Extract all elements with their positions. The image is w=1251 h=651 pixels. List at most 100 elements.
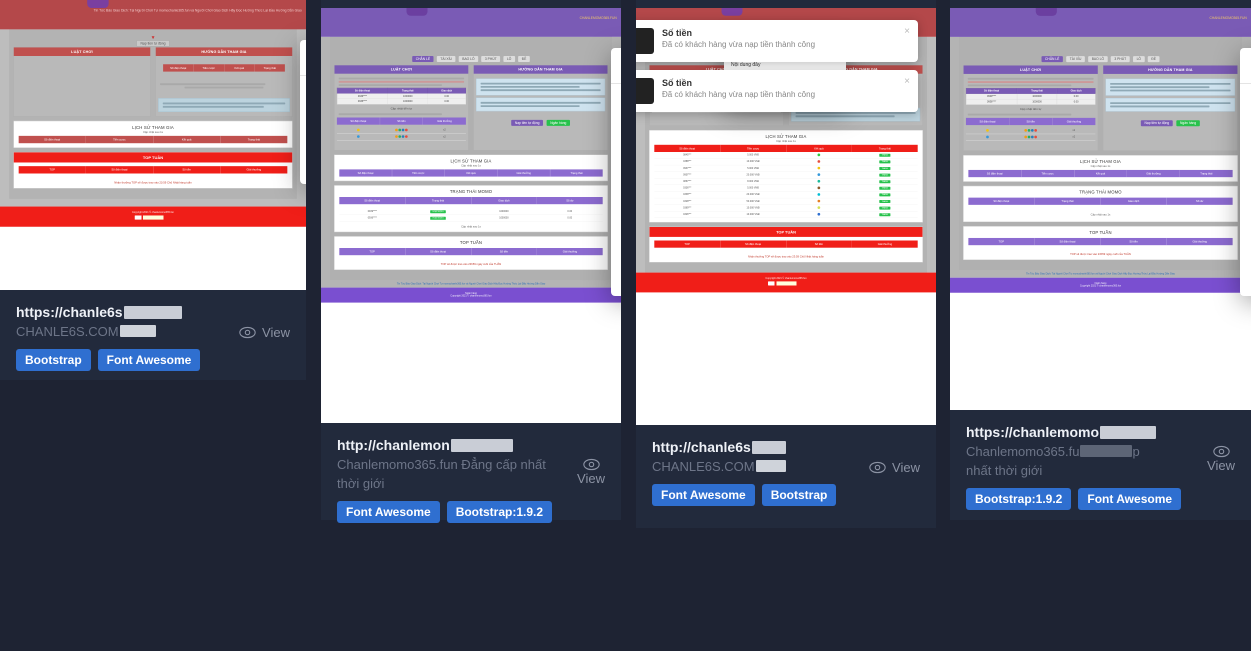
table-row: 0936**** 1000000 0.00 [336, 98, 466, 105]
text-line [480, 101, 601, 104]
text-line [1110, 105, 1210, 108]
action-buttons: Nạp tiền tự động Ngân hàng [476, 119, 605, 126]
top-note: TOP sẽ được trao vào 23h59 ngày cuối của… [1070, 252, 1131, 256]
tab-chan-le[interactable]: CHẴN LẺ [1041, 56, 1064, 63]
site-card[interactable]: Tin Tức Bảo Giao Dịch: Tại Người Chơi Tự… [0, 0, 306, 380]
close-icon[interactable]: × [904, 76, 910, 87]
tab-chan-le[interactable]: CHẴN LẺ [412, 56, 434, 63]
withdraw-button[interactable]: Ngân hàng [546, 119, 570, 126]
status-dot [405, 128, 408, 132]
site-description-text-2: p [1132, 444, 1140, 459]
tab-bao-lo[interactable]: BAO LÔ [458, 56, 479, 63]
panel-luat-choi: LUẬT CHƠI [13, 47, 151, 117]
text-line [162, 105, 264, 108]
site-thumbnail[interactable]: CHANLEMOMO365.FUN CHẴN LẺ TÀI XỈU BAO LÔ… [321, 8, 621, 423]
tech-tag[interactable]: Bootstrap:1.9.2 [446, 500, 553, 523]
view-button[interactable]: View [869, 458, 920, 475]
tab-de[interactable]: ĐỀ [518, 56, 530, 63]
tab-bao-lo[interactable]: BAO LÔ [1088, 56, 1108, 63]
notification-toast[interactable]: Số tiền Đã có khách hàng vừa nạp tiền th… [636, 20, 918, 62]
panel-note [966, 141, 1095, 147]
footer-logo [768, 281, 804, 286]
col-header: Giải thưởng [1166, 237, 1233, 246]
panel-title: LUẬT CHƠI [13, 47, 151, 56]
tab-tai-xiu[interactable]: TÀI XỈU [436, 56, 456, 63]
site-thumbnail[interactable]: CHANLEMOMO365.FUN CHẴN LẺ TÀI XỈU BAO LÔ… [950, 8, 1251, 410]
panel-note [476, 111, 605, 117]
tech-tag[interactable]: Bootstrap [16, 348, 91, 371]
modal-footer: Xác nhận [1240, 248, 1251, 296]
game-tabs[interactable]: CHẴN LẺ TÀI XỈU BAO LÔ 3 PHÚT LÔ ĐỀ [334, 54, 608, 65]
cell-dots [380, 134, 423, 140]
cell-value: x2 [443, 128, 446, 132]
game-tabs[interactable]: CHẴN LẺ TÀI XỈU BAO LÔ 3 PHÚT LÔ ĐỀ [963, 54, 1238, 65]
site-card[interactable]: CHẴN LẺ CHẴN LẺ 2 TÀI XỈU BAO LÔ 3 PHÚT … [636, 0, 936, 528]
cell-status: THẮNG [852, 159, 918, 165]
site-url[interactable]: http://chanle6s [652, 439, 920, 455]
cell-phone: 0907*** [683, 173, 692, 176]
cell-result [786, 172, 852, 178]
site-thumbnail[interactable]: CHẴN LẺ CHẴN LẺ 2 TÀI XỈU BAO LÔ 3 PHÚT … [636, 8, 936, 425]
section-lich-su-tham-gia: LỊCH SỬ THAM GIA Cập nhật sau 1s Số điện… [13, 120, 293, 148]
tab-tai-xiu[interactable]: TÀI XỈU [1066, 56, 1085, 63]
col-header: Số điện thoại [1034, 237, 1101, 246]
tech-tag[interactable]: Font Awesome [1078, 487, 1182, 510]
notification-modal[interactable]: Thông báo × Chào mừng bạn đến với Hệ Thố… [611, 48, 621, 297]
section-lich-su-tham-gia: LỊCH SỬ THAM GIA Cập nhật sau 1s Số điện… [649, 130, 923, 223]
toast-subtitle: Đã có khách hàng vừa nạp tiền thành công [662, 90, 816, 99]
site-url[interactable]: http://chanlemon [337, 437, 605, 453]
status-dot [817, 206, 821, 210]
cell-amount: 10.000 VNĐ [746, 212, 760, 216]
status-dot [394, 128, 398, 132]
site-card[interactable]: CHANLEMOMO365.FUN CHẴN LẺ TÀI XỈU BAO LÔ… [321, 0, 621, 523]
tech-tag[interactable]: Font Awesome [652, 483, 755, 506]
notification-modal[interactable]: Thông báo × Chào mừng bạn đến với Hệ Thố… [1240, 48, 1251, 297]
text-line [1110, 102, 1231, 105]
view-button[interactable]: View [239, 323, 290, 340]
site-description-text-3: nhất thời giới [966, 462, 1043, 478]
tech-tag[interactable]: Font Awesome [337, 500, 440, 523]
cell-result [786, 152, 852, 158]
status-dot [817, 193, 821, 196]
notification-toast[interactable]: Số tiền Đã có khách hàng vừa nạp tiền th… [636, 70, 918, 112]
status-dot [394, 135, 398, 138]
tech-tag[interactable]: Bootstrap:1.9.2 [966, 487, 1072, 510]
tab-3-phut[interactable]: 3 PHÚT [1110, 56, 1130, 63]
tab-de[interactable]: ĐỀ [1147, 56, 1160, 63]
tab-lo[interactable]: LÔ [1132, 56, 1145, 63]
withdraw-button[interactable]: Ngân hàng [1176, 120, 1200, 127]
text-line [795, 115, 895, 118]
cell-phone: 0326*** [683, 212, 692, 216]
redaction-block [450, 438, 513, 452]
site-url[interactable]: https://chanle6s [16, 304, 290, 320]
tab-lo[interactable]: LÔ [503, 56, 515, 63]
status-dot [817, 179, 821, 183]
tab-3-phut[interactable]: 3 PHÚT [481, 56, 501, 63]
section-top-tuan: TOP TUẦN TOP Số điện thoại Số tiền Giải … [963, 226, 1238, 260]
view-button[interactable]: View [577, 456, 605, 486]
info-box [1105, 78, 1236, 96]
table-row: 0936**** 1000000 0.00 [965, 98, 1096, 105]
close-icon[interactable]: × [904, 26, 910, 37]
text-line [1110, 89, 1231, 92]
deposit-button[interactable]: Nạp tiền tự động [1140, 120, 1173, 127]
view-button[interactable]: View [1207, 443, 1235, 473]
nap-tien-banner: ▼ Nạp tiền tự động [13, 33, 292, 47]
tech-tags: Font Awesome Bootstrap [652, 483, 920, 506]
meta-row: CHANLE6S.COM View [652, 458, 920, 477]
deposit-button[interactable]: Nạp tiền tự động [511, 119, 544, 126]
tech-tag[interactable]: Font Awesome [97, 348, 201, 371]
tech-tags: Bootstrap Font Awesome [16, 348, 290, 371]
cell-amount: 1000000 [499, 216, 509, 220]
info-box [476, 78, 606, 96]
site-card-grid: Tin Tức Bảo Giao Dịch: Tại Người Chơi Tự… [0, 0, 1251, 528]
banner-pill[interactable]: Nạp tiền tự động [136, 40, 170, 47]
notification-modal[interactable]: Thông báo × Nội dung đây Xác nhận [300, 40, 306, 184]
site-thumbnail[interactable]: Tin Tức Bảo Giao Dịch: Tại Người Chơi Tự… [0, 0, 306, 290]
tech-tag[interactable]: Bootstrap [761, 483, 837, 506]
site-url[interactable]: https://chanlemomo [966, 424, 1235, 440]
site-logo [406, 8, 428, 16]
result-table-head: Số điện thoại Số tiền Giải thưởng [965, 117, 1096, 126]
site-card[interactable]: CHANLEMOMO365.FUN CHẴN LẺ TÀI XỈU BAO LÔ… [950, 0, 1251, 520]
momo-table-body: 0939**** HOẠT ĐỘNG 1000000 0.00 0936****… [339, 208, 603, 222]
